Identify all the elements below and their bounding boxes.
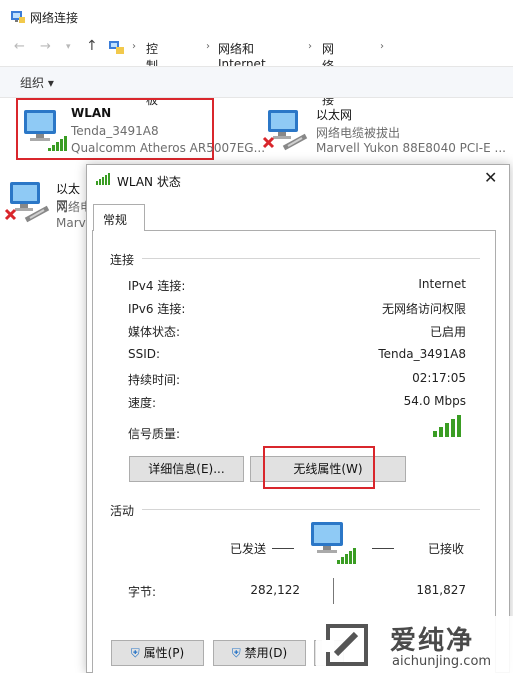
duration-value: 02:17:05 (412, 371, 466, 385)
media-state-label: 媒体状态: (128, 325, 181, 339)
tab-general-label: 常规 (103, 213, 128, 227)
adapter-network: Tenda_3491A8 (71, 124, 159, 138)
organize-menu-button[interactable]: 组织 ▾ (20, 74, 54, 91)
network-activity-icon (311, 522, 356, 564)
command-bar (0, 66, 513, 98)
window-titlebar: 网络连接 (0, 0, 513, 34)
duration-label: 持续时间: (128, 373, 181, 387)
watermark-logo-icon (322, 624, 368, 666)
ipv6-label: IPv6 连接: (128, 302, 186, 316)
bytes-received-value: 181,827 (416, 583, 466, 597)
ethernet-adapter-icon (262, 110, 308, 151)
disable-button[interactable]: ⛨ 禁用(D) (213, 640, 306, 666)
close-icon[interactable]: ✕ (484, 168, 497, 187)
disable-button-label: 禁用(D) (244, 646, 288, 660)
back-arrow-icon[interactable]: ← (14, 39, 25, 54)
adapter-device: Qualcomm Atheros AR5007EG... (71, 141, 266, 155)
details-button[interactable]: 详细信息(E)... (129, 456, 244, 482)
ipv4-value: Internet (418, 277, 466, 291)
properties-button-label: 属性(P) (143, 646, 185, 660)
adapter-name: 以太网 (316, 108, 353, 122)
up-arrow-icon[interactable]: ↑ (86, 38, 98, 54)
media-state-value: 已启用 (429, 325, 466, 339)
watermark: 爱纯净 aichunjing.com (316, 616, 513, 673)
adapter-network: 网络电缆被拔出 (316, 126, 401, 140)
group-divider (142, 509, 480, 510)
properties-button[interactable]: ⛨ 属性(P) (111, 640, 204, 666)
window-title: 网络连接 (30, 11, 79, 25)
adapter-device: Marv (56, 216, 86, 230)
details-button-label: 详细信息(E)... (148, 462, 225, 476)
recent-chevron-icon[interactable]: ▾ (66, 42, 71, 52)
breadcrumb-separator-icon: › (206, 41, 210, 52)
adapter-ethernet[interactable]: 以太网 网络电缆被拔出 Marvell Yukon 88E8040 PCI-E … (262, 98, 507, 160)
breadcrumb-separator-icon: › (380, 41, 384, 52)
breadcrumb-separator-icon: › (308, 41, 312, 52)
activity-group-label: 活动 (110, 504, 135, 518)
watermark-url: aichunjing.com (392, 654, 492, 669)
speed-value: 54.0 Mbps (403, 394, 466, 408)
ipv4-label: IPv4 连接: (128, 279, 186, 293)
group-divider (142, 258, 480, 259)
control-panel-icon (109, 41, 124, 54)
received-dash (372, 548, 394, 549)
ssid-value: Tenda_3491A8 (378, 347, 466, 361)
network-folder-icon (11, 11, 25, 23)
dialog-title: WLAN 状态 (117, 175, 181, 189)
ethernet-adapter-icon (4, 182, 50, 223)
adapter-device: Marvell Yukon 88E8040 PCI-E ... (316, 141, 506, 155)
ssid-label: SSID: (128, 347, 161, 361)
ipv6-value: 无网络访问权限 (381, 302, 466, 316)
breadcrumb-separator-icon: › (132, 41, 136, 52)
adapter-name: WLAN (71, 106, 112, 120)
sent-dash (272, 548, 294, 549)
connection-group-label: 连接 (110, 253, 135, 267)
speed-label: 速度: (128, 396, 157, 410)
forward-arrow-icon[interactable]: → (40, 39, 51, 54)
signal-quality-icon (433, 415, 461, 437)
adapter-wlan[interactable]: WLAN Tenda_3491A8 Qualcomm Atheros AR500… (16, 98, 265, 160)
adapter-network: 网络电 (56, 200, 86, 214)
shield-icon: ⛨ (231, 646, 241, 660)
tab-general[interactable]: 常规 (93, 204, 145, 231)
received-label: 已接收 (428, 542, 465, 556)
adapter-ethernet-2[interactable]: 以太网 网络电 Marv (0, 170, 86, 232)
highlight-box (263, 446, 375, 489)
sent-label: 已发送 (230, 542, 267, 556)
signal-icon (96, 173, 110, 185)
watermark-brand: 爱纯净 (390, 626, 475, 656)
signal-quality-label: 信号质量: (128, 427, 181, 441)
shield-icon: ⛨ (130, 646, 140, 660)
